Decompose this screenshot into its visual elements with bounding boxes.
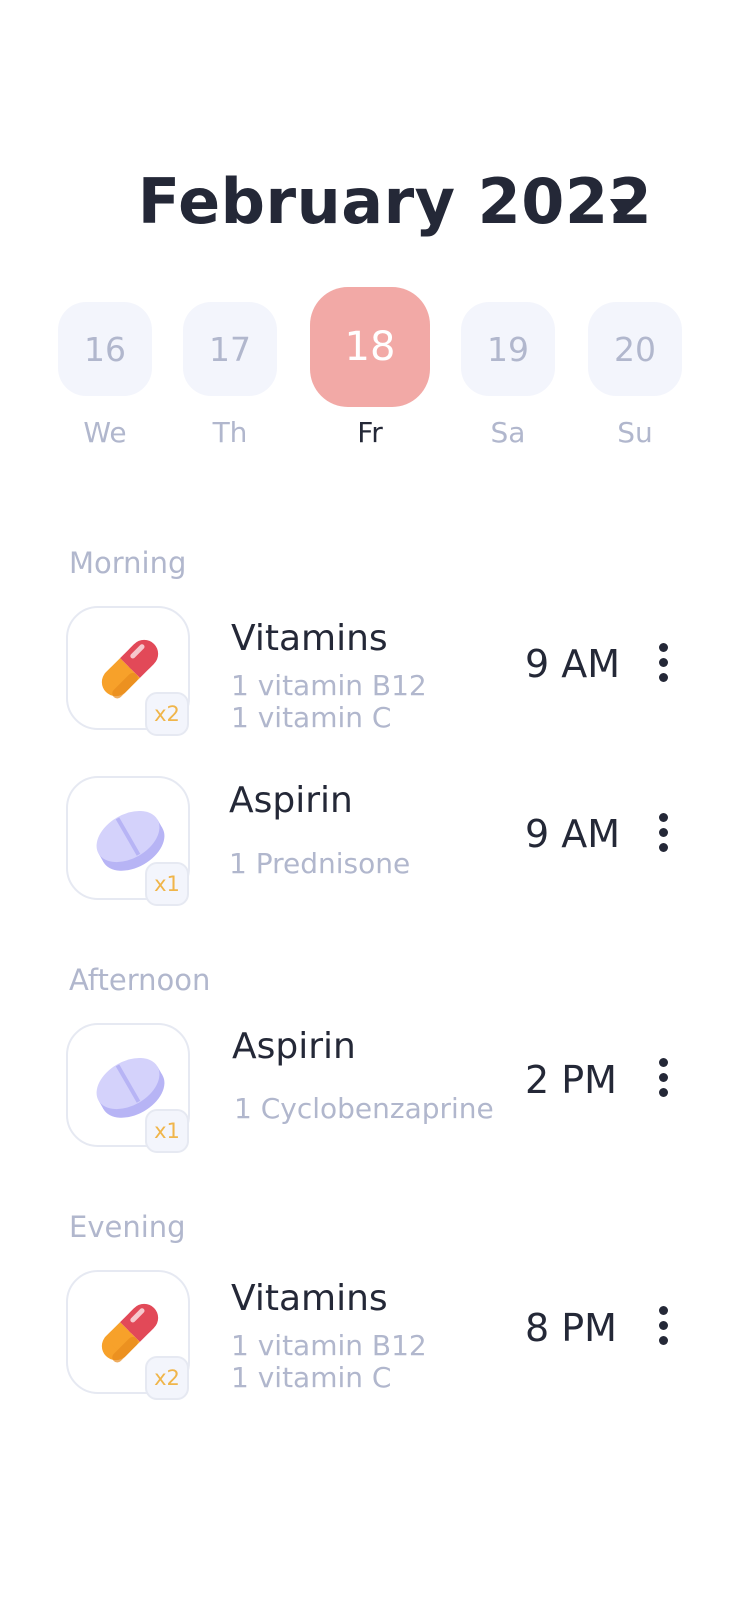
dose-count-badge: x1 — [145, 862, 189, 906]
med-name: Aspirin — [232, 1026, 356, 1067]
dose-count-badge: x1 — [145, 1109, 189, 1153]
weekday-label: Sa — [490, 416, 526, 449]
med-time: 9 AM — [525, 642, 621, 686]
day-18-selected[interactable]: 18 — [310, 287, 430, 407]
weekday-label: Th — [212, 416, 248, 449]
day-19[interactable]: 19 — [461, 302, 555, 396]
more-options-icon[interactable] — [656, 1306, 670, 1346]
med-time: 9 AM — [525, 812, 621, 856]
med-time: 8 PM — [525, 1306, 617, 1350]
med-detail: 1 vitamin C — [231, 1361, 392, 1394]
med-name: Aspirin — [229, 780, 353, 821]
day-16[interactable]: 16 — [58, 302, 152, 396]
med-detail: 1 vitamin C — [231, 701, 392, 734]
weekday-label: We — [83, 416, 127, 449]
med-name: Vitamins — [231, 618, 388, 659]
more-options-icon[interactable] — [656, 813, 670, 853]
day-17[interactable]: 17 — [183, 302, 277, 396]
med-time: 2 PM — [525, 1058, 617, 1102]
med-name: Vitamins — [231, 1278, 388, 1319]
more-options-icon[interactable] — [656, 1058, 670, 1098]
day-20[interactable]: 20 — [588, 302, 682, 396]
caret-down-icon[interactable] — [610, 199, 632, 215]
dose-count-badge: x2 — [145, 1356, 189, 1400]
med-detail: 1 Prednisone — [229, 847, 411, 880]
weekday-label: Su — [617, 416, 653, 449]
month-title[interactable]: February 2022 — [0, 165, 750, 238]
med-detail: 1 vitamin B12 — [231, 1329, 427, 1362]
section-morning: Morning — [69, 546, 187, 580]
weekday-label: Fr — [357, 416, 383, 449]
dose-count-badge: x2 — [145, 692, 189, 736]
section-evening: Evening — [69, 1210, 186, 1244]
section-afternoon: Afternoon — [69, 963, 211, 997]
more-options-icon[interactable] — [656, 643, 670, 683]
med-detail: 1 vitamin B12 — [231, 669, 427, 702]
med-detail: 1 Cyclobenzaprine — [234, 1092, 494, 1125]
